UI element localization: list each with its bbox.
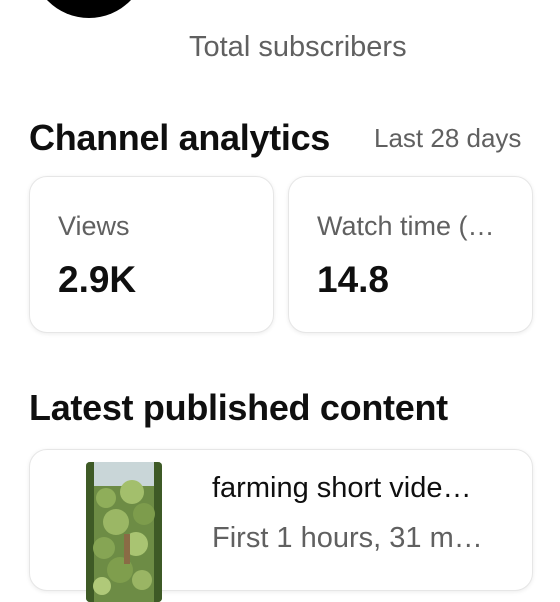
video-title[interactable]: farming short vide…: [212, 472, 472, 505]
video-meta: First 1 hours, 31 m…: [212, 522, 483, 554]
latest-content-title: Latest published content: [29, 387, 448, 428]
views-value: 2.9K: [58, 259, 137, 300]
video-thumbnail[interactable]: [86, 462, 162, 602]
channel-avatar[interactable]: [31, 0, 147, 18]
watch-time-label: Watch time (…: [317, 211, 495, 241]
latest-video-card[interactable]: farming short vide… First 1 hours, 31 m…: [29, 449, 533, 602]
analytics-range: Last 28 days: [374, 123, 522, 153]
subscriber-label: Total subscribers: [189, 31, 407, 63]
views-label: Views: [58, 211, 130, 241]
watch-time-card[interactable]: Watch time (… 14.8: [288, 176, 533, 333]
channel-analytics-title: Channel analytics: [29, 117, 331, 158]
watch-time-value: 14.8: [317, 259, 390, 300]
views-card[interactable]: Views 2.9K: [29, 176, 274, 333]
